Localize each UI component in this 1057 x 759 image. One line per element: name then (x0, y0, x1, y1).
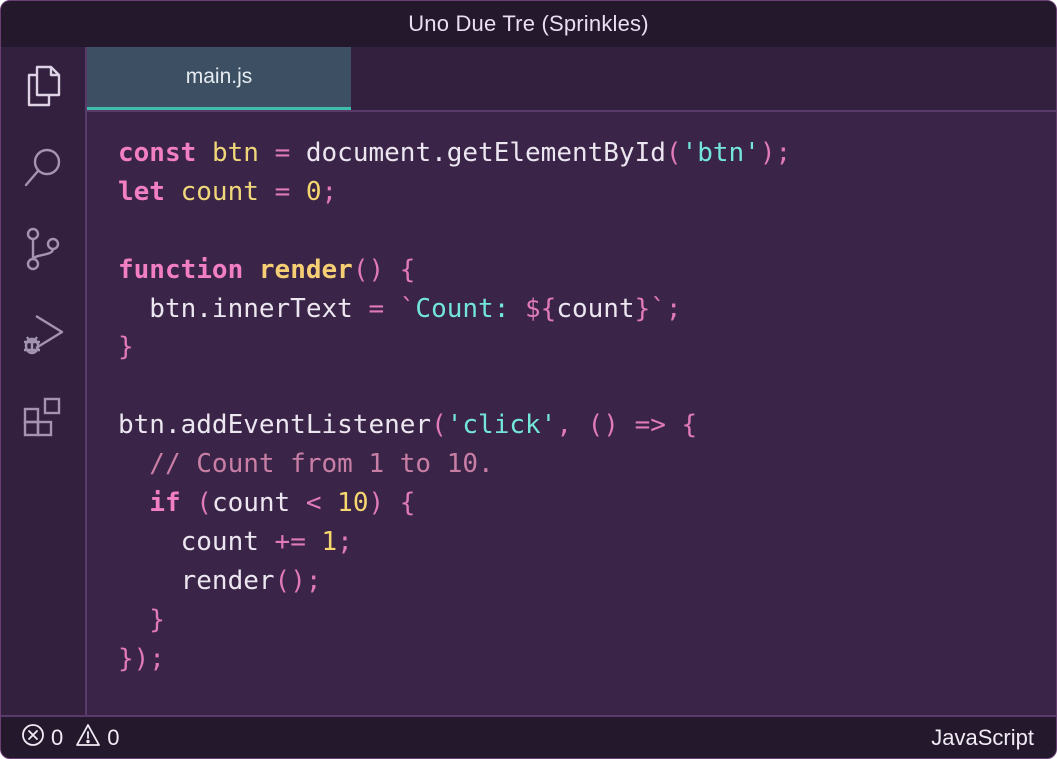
code-token: ( (196, 488, 212, 519)
code-line[interactable]: btn.innerText = `Count: ${count}`; (118, 290, 791, 329)
code-token: Count: (415, 293, 525, 324)
code-token: }); (118, 643, 165, 674)
errors-indicator[interactable]: 0 (21, 723, 63, 753)
code-token: btn.addEventListener (118, 410, 432, 441)
code-token: ); (759, 138, 792, 168)
code-token: count (556, 293, 635, 324)
language-label: JavaScript (931, 724, 1034, 750)
status-bar: 0 0 JavaScript (1, 715, 1056, 758)
code-token: btn (211, 138, 259, 168)
run-debug-icon[interactable] (19, 309, 67, 357)
code-token: render (118, 565, 275, 596)
warning-triangle-icon (75, 723, 101, 753)
code-token: let (118, 176, 165, 207)
code-token: ; (321, 176, 338, 207)
window-title: Uno Due Tre (Sprinkles) (408, 11, 649, 36)
code-line[interactable] (118, 212, 791, 251)
code-token: const (118, 138, 197, 168)
error-count: 0 (51, 724, 64, 750)
editor-window: Uno Due Tre (Sprinkles) main.js const bt… (0, 0, 1057, 759)
code-token: ` (399, 293, 416, 324)
code-token: document.getElementById (290, 138, 666, 168)
code-token: ( (665, 138, 682, 168)
tab-main-js[interactable]: main.js (87, 47, 351, 110)
code-token: if (149, 488, 181, 519)
code-token: < (305, 488, 322, 519)
code-line[interactable]: const btn = document.getElementById('btn… (118, 134, 791, 173)
warnings-indicator[interactable]: 0 (75, 723, 120, 753)
activity-bar (1, 47, 87, 715)
language-mode[interactable]: JavaScript (931, 717, 1034, 758)
code-token: ; (665, 293, 682, 324)
warning-count: 0 (107, 724, 120, 750)
code-line[interactable]: render(); (118, 562, 791, 601)
search-icon[interactable] (19, 143, 67, 191)
code-line[interactable]: count += 1; (118, 523, 791, 562)
code-token: ${ (525, 293, 557, 324)
code-token: render (258, 254, 353, 285)
code-token: }` (634, 293, 666, 324)
code-token: 'btn' (681, 138, 760, 168)
code-token: count (118, 526, 275, 557)
code-line[interactable]: let count = 0; (118, 173, 791, 212)
code-token: function (118, 254, 244, 285)
code-token: 10 (337, 488, 369, 519)
code-token: ( (431, 410, 447, 441)
code-token: = (274, 176, 291, 207)
title-bar: Uno Due Tre (Sprinkles) (1, 1, 1056, 47)
code-token: btn.innerText (118, 293, 369, 324)
code-line[interactable]: } (118, 601, 791, 640)
code-editor[interactable]: const btn = document.getElementById('btn… (87, 112, 1056, 715)
code-token: 1 (321, 526, 338, 557)
code-line[interactable]: if (count < 10) { (118, 484, 791, 523)
code-token: () { (352, 254, 416, 285)
code-token: = (274, 138, 291, 168)
code-token: count (211, 488, 306, 519)
code-token: 0 (305, 176, 322, 207)
code-token: += (274, 526, 306, 557)
code-token: // Count from 1 to 10. (118, 449, 494, 480)
tab-bar: main.js (87, 47, 1056, 112)
code-token: (); (274, 565, 322, 596)
code-token: } (118, 604, 165, 635)
code-line[interactable]: // Count from 1 to 10. (118, 445, 791, 484)
source-control-icon[interactable] (19, 225, 67, 273)
code-token: 'click' (446, 410, 557, 441)
code-line[interactable]: function render() { (118, 251, 791, 290)
code-content[interactable]: const btn = document.getElementById('btn… (118, 134, 791, 678)
code-token: ) { (368, 488, 416, 519)
extensions-icon[interactable] (19, 393, 67, 441)
code-line[interactable]: btn.addEventListener('click', () => { (118, 406, 791, 445)
code-token: ; (337, 526, 353, 557)
code-line[interactable]: }); (118, 640, 791, 679)
files-icon[interactable] (19, 61, 67, 109)
code-token: = (368, 293, 385, 324)
code-token: count (180, 176, 259, 207)
code-line[interactable] (118, 367, 791, 406)
code-token: , () => { (556, 410, 698, 441)
error-circle-icon (21, 723, 45, 753)
code-line[interactable]: } (118, 328, 791, 367)
code-token: } (118, 332, 134, 363)
tab-label: main.js (185, 65, 253, 88)
